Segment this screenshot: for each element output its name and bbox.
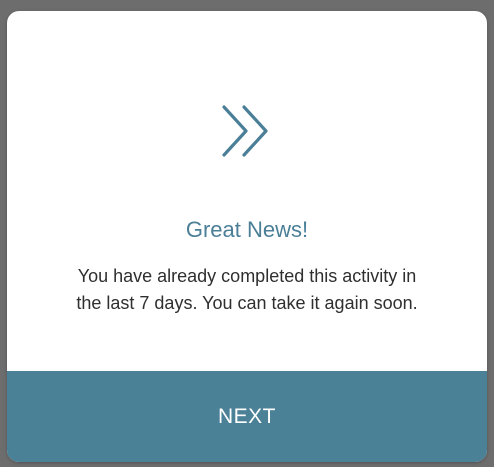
next-button[interactable]: NEXT — [7, 371, 487, 462]
modal-backdrop: Great News! You have already completed t… — [0, 0, 494, 467]
dialog-message: You have already completed this activity… — [76, 266, 418, 313]
double-chevron-right-icon — [222, 105, 268, 157]
activity-completed-dialog: Great News! You have already completed t… — [7, 11, 487, 462]
dialog-title: Great News! — [185, 217, 309, 242]
icon-container — [7, 103, 487, 163]
